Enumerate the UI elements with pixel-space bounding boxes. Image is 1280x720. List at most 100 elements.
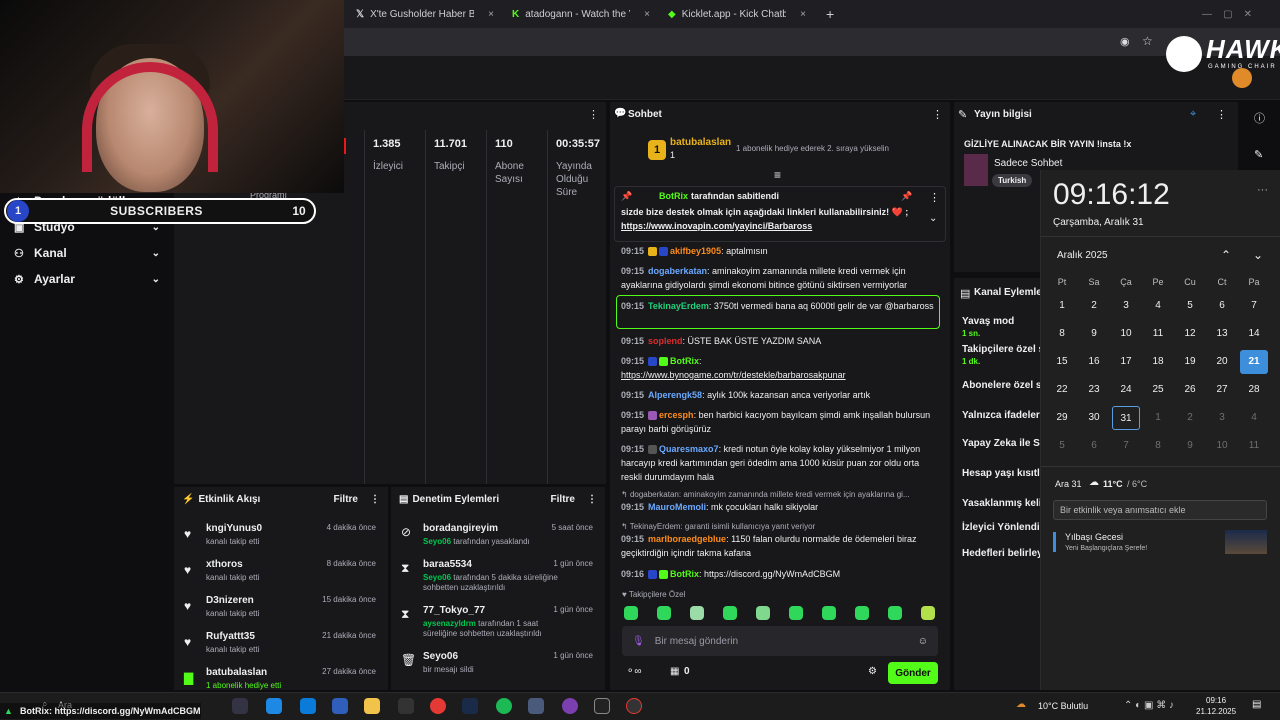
window-controls[interactable]: — ▢ ✕ [1194, 4, 1260, 24]
folder-icon[interactable] [364, 698, 380, 714]
taskbar-date[interactable]: 21.12.2025 [1196, 707, 1236, 716]
event-title[interactable]: Yılbaşı Gecesi [1065, 532, 1123, 542]
emote[interactable] [624, 606, 638, 620]
channel-points-icon[interactable]: ⚬∞ [626, 666, 642, 677]
pinned-author[interactable]: BotRix [659, 191, 688, 201]
feed-username[interactable]: Rufyattt35 [206, 631, 255, 642]
emote[interactable] [723, 606, 737, 620]
mod-target[interactable]: baraa5534 [423, 559, 472, 570]
chat-username[interactable]: soplend [648, 336, 683, 346]
feed-username[interactable]: D3nizeren [206, 595, 254, 606]
star-icon[interactable]: ☆ [1142, 34, 1153, 48]
chevron-up-icon[interactable]: ⌃ [1221, 248, 1231, 262]
chat-username[interactable]: MauroMemoli [648, 502, 706, 512]
mail-icon[interactable] [332, 698, 348, 714]
chat-username[interactable]: Alperengk58 [648, 390, 702, 400]
pencil-icon[interactable]: ✎ [1254, 148, 1263, 161]
emote[interactable] [888, 606, 902, 620]
calendar-day[interactable]: 11 [1240, 434, 1268, 458]
browser-tab-1[interactable]: 𝕏 X'te Gusholder Haber Bülteni: " × [348, 4, 502, 24]
mod-target[interactable]: boradangireyim [423, 523, 498, 534]
feed-username[interactable]: kngiYunus0 [206, 523, 262, 534]
calendar-day[interactable]: 31 [1112, 406, 1140, 430]
event-input[interactable]: Bir etkinlik veya anımsatıcı ekle [1053, 500, 1267, 520]
edge-icon[interactable] [300, 698, 316, 714]
calendar-day[interactable]: 15 [1048, 350, 1076, 374]
calendar-day[interactable]: 28 [1240, 378, 1268, 402]
calendar-day[interactable]: 24 [1112, 378, 1140, 402]
mod-target[interactable]: Seyo06 [423, 651, 458, 662]
sidebar-item-channel[interactable]: ⚇ Kanal ⌄ [14, 246, 160, 260]
action-followers-only[interactable]: Takipçilere özel so 1 dk. [962, 344, 1050, 366]
sidebar-item-settings[interactable]: ⚙ Ayarlar ⌄ [14, 272, 160, 286]
calendar-day[interactable]: 8 [1144, 434, 1172, 458]
calendar-day[interactable]: 23 [1080, 378, 1108, 402]
action-subscribers-only[interactable]: Abonelere özel so [962, 380, 1048, 391]
send-button[interactable]: Gönder [888, 662, 938, 684]
chevron-down-icon[interactable]: ⌄ [1253, 248, 1263, 262]
app-icon[interactable] [626, 698, 642, 714]
calendar-day[interactable]: 6 [1208, 294, 1236, 318]
microphone-icon[interactable]: 🎙 [632, 636, 645, 647]
obs-icon[interactable] [562, 698, 578, 714]
calendar-day[interactable]: 12 [1176, 322, 1204, 346]
action-account-age[interactable]: Hesap yaşı kısıtla [962, 468, 1045, 479]
more-icon[interactable]: ··· [1257, 184, 1268, 196]
avatar[interactable] [1232, 68, 1252, 88]
app-icon[interactable] [594, 698, 610, 714]
mod-username[interactable]: Seyo06 [423, 573, 451, 582]
xbox-icon[interactable] [398, 698, 414, 714]
calendar-day[interactable]: 5 [1176, 294, 1204, 318]
calendar-day[interactable]: 8 [1048, 322, 1076, 346]
calendar-day[interactable]: 9 [1176, 434, 1204, 458]
close-icon[interactable]: × [800, 9, 806, 20]
calendar-day[interactable]: 13 [1208, 322, 1236, 346]
calendar-day[interactable]: 30 [1080, 406, 1108, 430]
mod-username[interactable]: aysenazyldrm [423, 619, 476, 628]
action-goals[interactable]: Hedefleri belirleyi [962, 548, 1045, 559]
emote[interactable] [822, 606, 836, 620]
browser-tab-2[interactable]: K atadogann - Watch the VOD o × [504, 4, 658, 24]
emote[interactable] [756, 606, 770, 620]
calendar-day[interactable]: 11 [1144, 322, 1172, 346]
calendar-day[interactable]: 18 [1144, 350, 1172, 374]
calendar-day[interactable]: 2 [1080, 294, 1108, 318]
stream-tag[interactable]: Turkish [992, 174, 1033, 187]
more-icon[interactable]: ⋮ [932, 108, 943, 121]
expand-icon[interactable]: ≡ [774, 168, 781, 182]
location-icon[interactable]: ⌖ [1190, 108, 1196, 121]
more-icon[interactable]: ⋮ [370, 494, 380, 505]
filter-button[interactable]: Filtre [551, 494, 575, 505]
chat-input[interactable]: 🎙 Bir mesaj gönderin ☺ [622, 626, 938, 656]
calendar-day[interactable]: 17 [1112, 350, 1140, 374]
emote[interactable] [921, 606, 935, 620]
unpin-icon[interactable]: 📌 [901, 191, 912, 202]
chat-link[interactable]: https://www.bynogame.com/tr/destekle/bar… [621, 368, 941, 382]
calendar-day[interactable]: 3 [1112, 294, 1140, 318]
chat-username[interactable]: akifbey1905 [670, 246, 721, 256]
calendar-day[interactable]: 7 [1112, 434, 1140, 458]
calendar-day[interactable]: 5 [1048, 434, 1076, 458]
chat-username[interactable]: Quaresmaxo7 [659, 444, 719, 454]
emote[interactable] [789, 606, 803, 620]
emoji-icon[interactable]: ☺ [918, 636, 928, 647]
calendar-day[interactable]: 25 [1144, 378, 1172, 402]
calendar-day[interactable]: 27 [1208, 378, 1236, 402]
calendar-day[interactable]: 29 [1048, 406, 1076, 430]
calendar-day[interactable]: 10 [1112, 322, 1140, 346]
address-bar[interactable]: ◉ ☆ [344, 28, 1280, 56]
mod-username[interactable]: Seyo06 [423, 537, 451, 546]
tray-icons[interactable]: ⌃ ◐ ▣ ⌘ ♪ [1124, 700, 1174, 711]
taskbar-weather[interactable]: 10°C Bulutlu [1038, 701, 1088, 711]
calendar-day[interactable]: 4 [1240, 406, 1268, 430]
gift-leader-name[interactable]: batubalaslan [670, 137, 731, 148]
edge-icon[interactable] [266, 698, 282, 714]
gift-icon[interactable]: ▦ [670, 666, 679, 677]
steam-icon[interactable] [462, 698, 478, 714]
emote[interactable] [657, 606, 671, 620]
calendar-day[interactable]: 1 [1144, 406, 1172, 430]
emote[interactable] [690, 606, 704, 620]
more-icon[interactable]: ⋮ [929, 191, 940, 204]
chat-username[interactable]: BotRix [670, 356, 699, 366]
close-icon[interactable]: × [644, 9, 650, 20]
